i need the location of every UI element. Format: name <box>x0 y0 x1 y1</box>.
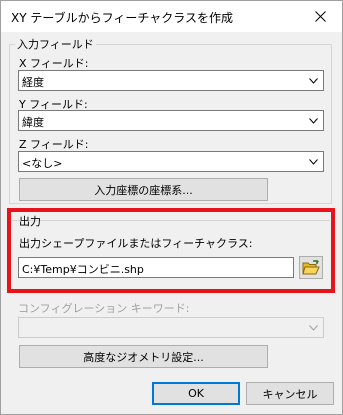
window-title: XY テーブルからフィーチャクラスを作成 <box>11 11 234 25</box>
z-field-value: <なし> <box>22 157 63 170</box>
close-icon <box>314 11 326 22</box>
z-field-label: Z フィールド: <box>19 138 89 151</box>
output-file-input[interactable]: C:¥Temp¥コンビニ.shp <box>18 257 294 278</box>
cancel-button[interactable]: キャンセル <box>246 382 334 405</box>
output-group-label: 出力 <box>19 215 41 228</box>
ok-button[interactable]: OK <box>152 382 240 405</box>
advanced-geometry-button[interactable]: 高度なジオメトリ設定... <box>19 345 268 368</box>
y-field-dropdown[interactable]: 緯度 <box>18 110 324 131</box>
coordinate-system-button[interactable]: 入力座標の座標系... <box>19 178 268 201</box>
x-field-label: X フィールド: <box>19 57 89 70</box>
output-file-value: C:¥Temp¥コンビニ.shp <box>22 263 144 276</box>
config-keyword-dropdown[interactable] <box>18 317 324 338</box>
z-field-dropdown[interactable]: <なし> <box>18 151 324 172</box>
folder-open-icon <box>302 259 320 274</box>
chevron-down-icon <box>306 154 321 169</box>
chevron-down-icon <box>306 73 321 88</box>
y-field-value: 緯度 <box>22 116 44 129</box>
input-fields-group-label: 入力フィールド <box>15 36 96 52</box>
x-field-dropdown[interactable]: 経度 <box>18 70 324 91</box>
chevron-down-icon <box>306 113 321 128</box>
config-keyword-label: コンフィグレーション キーワード: <box>18 302 190 315</box>
title-bar: XY テーブルからフィーチャクラスを作成 <box>1 1 342 32</box>
close-button[interactable] <box>298 1 342 32</box>
browse-button[interactable] <box>299 256 323 279</box>
x-field-value: 経度 <box>22 76 44 89</box>
output-file-label: 出力シェープファイルまたはフィーチャクラス: <box>19 237 253 250</box>
chevron-down-icon <box>306 320 321 335</box>
